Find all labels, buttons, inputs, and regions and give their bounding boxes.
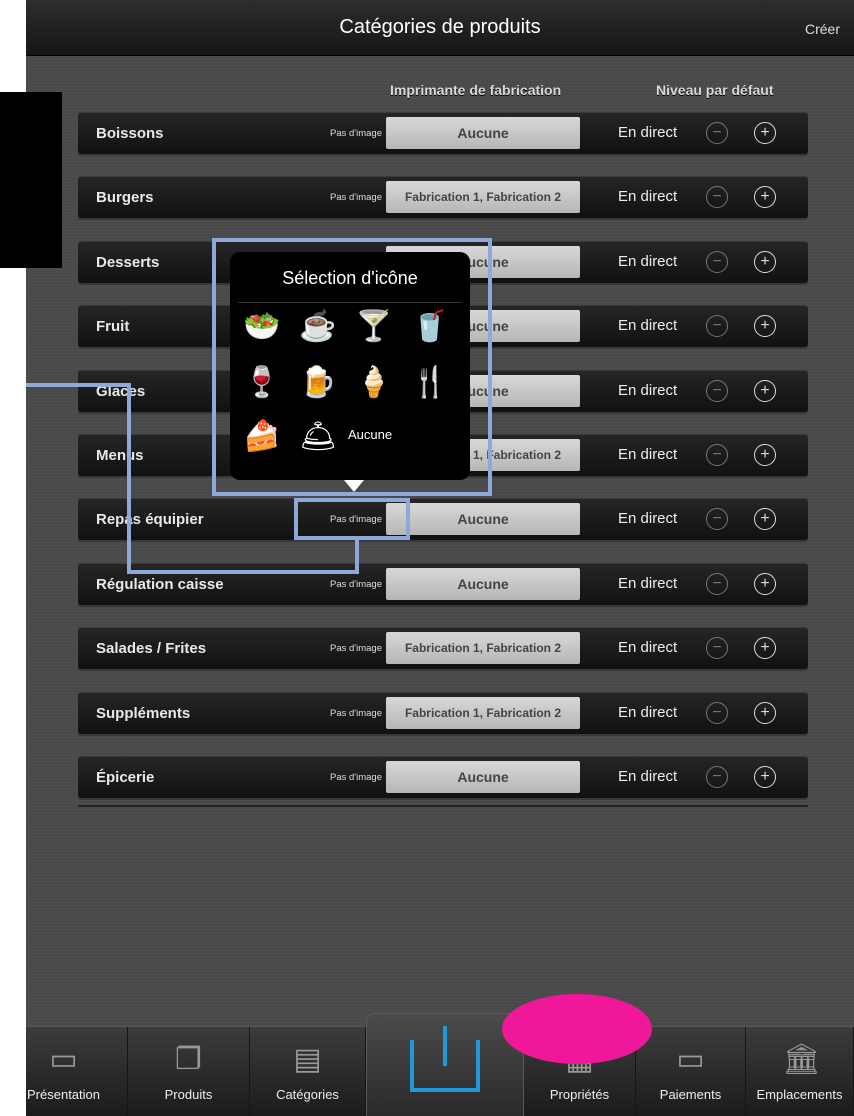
category-row[interactable]: Repas équipier Pas d'image Aucune En direct… (78, 498, 808, 541)
pink-marker (502, 994, 652, 1064)
level-value: En direct (618, 252, 678, 270)
tab-label: Emplacements (756, 1087, 843, 1102)
create-button[interactable]: Créer (805, 21, 840, 37)
minus-circle-icon[interactable]: − (706, 250, 728, 273)
plus-circle-icon[interactable]: + (754, 186, 776, 209)
minus-circle-icon[interactable]: − (706, 444, 728, 466)
image-selector[interactable]: Pas d'image (306, 579, 382, 590)
tab-label: Présentation (27, 1087, 100, 1102)
highlight-connector (127, 570, 359, 574)
minus-circle-icon[interactable]: − (706, 637, 728, 660)
image-selector[interactable]: Pas d'image (306, 192, 382, 203)
plus-circle-icon[interactable]: + (754, 444, 776, 466)
app-window: Catégories de produits Créer Imprimante … (26, 0, 854, 1116)
category-row[interactable]: Épicerie Pas d'image Aucune En direct − + (78, 756, 808, 798)
plus-circle-icon[interactable]: + (754, 379, 776, 402)
printer-button[interactable]: Aucune (386, 761, 580, 793)
plus-circle-icon[interactable]: + (754, 766, 776, 788)
plus-circle-icon[interactable]: + (754, 508, 776, 531)
level-value: En direct (618, 639, 678, 657)
category-name: Salades / Frites (96, 640, 207, 658)
highlight-image-cell-box (294, 498, 410, 540)
column-header-printer: Imprimante de fabrication (390, 82, 562, 98)
minus-circle-icon[interactable]: − (706, 379, 728, 402)
cabinet-icon: ▤ (293, 1043, 322, 1076)
level-value: En direct (618, 510, 678, 528)
tab-label: Catégories (276, 1087, 339, 1102)
tab-payments[interactable]: ▭ Paiements (636, 1027, 746, 1116)
level-value: En direct (618, 703, 678, 721)
category-row[interactable]: Burgers Pas d'image Fabrication 1, Fabrica… (78, 176, 808, 219)
tab-categories[interactable]: ▤ Catégories (250, 1027, 366, 1116)
image-selector[interactable]: Pas d'image (306, 708, 382, 719)
tab-label: Produits (164, 1087, 213, 1102)
category-name: Desserts (96, 253, 160, 271)
category-row[interactable]: Boissons Pas d'image Aucune En direct − + (78, 112, 808, 154)
level-value: En direct (618, 317, 678, 335)
plus-circle-icon[interactable]: + (754, 701, 776, 724)
level-value: En direct (618, 381, 678, 399)
category-name: Menus (96, 447, 144, 464)
list-divider (78, 805, 808, 807)
plus-circle-icon[interactable]: + (754, 572, 776, 595)
image-selector[interactable]: Pas d'image (306, 643, 382, 654)
printer-button[interactable]: Fabrication 1, Fabrication 2 (386, 632, 580, 665)
card-icon: ▭ (676, 1043, 705, 1076)
category-name: Boissons (96, 125, 164, 142)
category-name: Burgers (96, 189, 154, 207)
category-name: Suppléments (96, 704, 191, 722)
image-selector[interactable]: Pas d'image (306, 772, 382, 783)
minus-circle-icon[interactable]: − (706, 122, 728, 144)
power-line (443, 1026, 447, 1066)
tab-power[interactable] (366, 1013, 524, 1116)
printer-button[interactable]: Aucune (386, 503, 580, 536)
minus-circle-icon[interactable]: − (706, 315, 728, 338)
category-name: Épicerie (96, 769, 155, 786)
category-name: Régulation caisse (96, 575, 224, 593)
category-row[interactable]: Suppléments Pas d'image Fabrication 1, Fab… (78, 691, 808, 734)
highlight-connector (355, 540, 359, 574)
printer-button[interactable]: Fabrication 1, Fabrication 2 (386, 696, 580, 729)
tab-presentation[interactable]: ▭ Présentation (26, 1027, 128, 1116)
navigation-bar: Catégories de produits Créer (26, 0, 854, 56)
category-name: Fruit (96, 318, 130, 336)
level-value: En direct (618, 768, 678, 785)
presentation-icon: ▭ (49, 1043, 78, 1076)
level-value: En direct (618, 446, 678, 463)
plus-circle-icon[interactable]: + (754, 315, 776, 338)
plus-circle-icon[interactable]: + (754, 122, 776, 144)
category-name: Repas équipier (96, 511, 204, 529)
bank-icon: 🏛 (782, 1043, 821, 1076)
level-value: En direct (618, 124, 678, 141)
tab-label: Propriétés (549, 1087, 610, 1102)
tab-bar: ▭ Présentation ❐ Produits ▤ Catégories ▦… (26, 1013, 854, 1116)
highlight-popover-box (212, 238, 492, 496)
minus-circle-icon[interactable]: − (706, 766, 728, 788)
printer-button[interactable]: Aucune (386, 567, 580, 600)
plus-circle-icon[interactable]: + (754, 250, 776, 273)
image-selector[interactable]: Pas d'image (306, 128, 382, 139)
documents-icon: ❐ (175, 1043, 202, 1076)
printer-button[interactable]: Fabrication 1, Fabrication 2 (386, 181, 580, 214)
minus-circle-icon[interactable]: − (706, 186, 728, 209)
category-row[interactable]: Salades / Frites Pas d'image Fabrication 1… (78, 627, 808, 670)
level-value: En direct (618, 188, 678, 206)
black-side-panel (0, 92, 62, 268)
plus-circle-icon[interactable]: + (754, 637, 776, 660)
page-title: Catégories de produits (339, 16, 541, 38)
level-value: En direct (618, 574, 678, 592)
minus-circle-icon[interactable]: − (706, 572, 728, 595)
minus-circle-icon[interactable]: − (706, 701, 728, 724)
highlight-connector (127, 383, 131, 574)
tab-label: Paiements (659, 1087, 722, 1102)
column-header-level: Niveau par défaut (656, 82, 774, 98)
tab-locations[interactable]: 🏛 Emplacements (746, 1027, 854, 1116)
highlight-connector (26, 383, 131, 387)
printer-button[interactable]: Aucune (386, 117, 580, 149)
minus-circle-icon[interactable]: − (706, 508, 728, 531)
tab-products[interactable]: ❐ Produits (128, 1027, 250, 1116)
